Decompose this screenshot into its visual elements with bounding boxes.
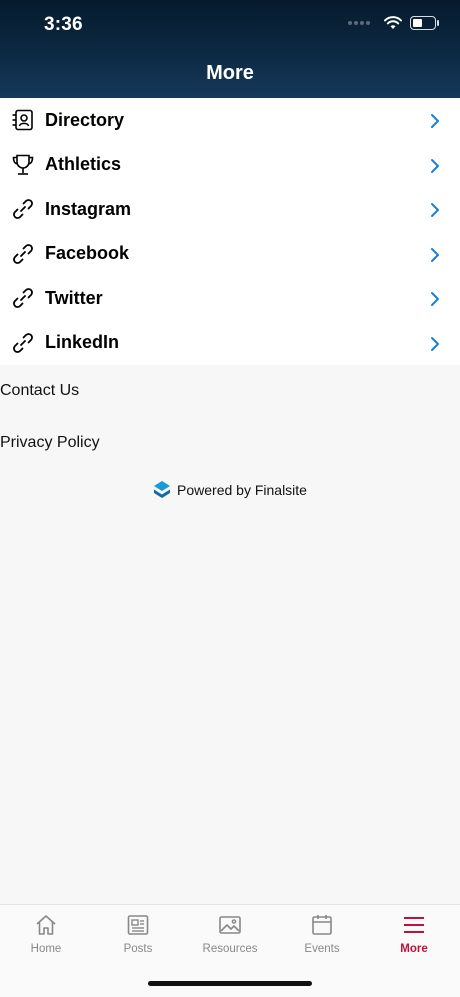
tab-label: Resources bbox=[202, 943, 258, 955]
chevron-right-icon bbox=[431, 336, 439, 351]
app-header: 3:36 More bbox=[0, 0, 460, 98]
tab-label: Events bbox=[304, 943, 340, 955]
privacy-policy-link[interactable]: Privacy Policy bbox=[0, 434, 460, 452]
finalsite-logo-icon bbox=[154, 481, 171, 498]
tab-more[interactable]: More bbox=[368, 913, 460, 955]
directory-icon bbox=[12, 109, 33, 131]
wifi-icon bbox=[384, 16, 402, 29]
events-icon bbox=[312, 915, 332, 935]
menu-item-athletics[interactable]: Athletics bbox=[0, 143, 460, 188]
link-icon bbox=[13, 243, 33, 264]
chevron-right-icon bbox=[431, 158, 439, 173]
contact-us-link[interactable]: Contact Us bbox=[0, 382, 460, 400]
chevron-right-icon bbox=[431, 114, 439, 128]
link-icon bbox=[13, 332, 33, 353]
trophy-icon bbox=[12, 154, 34, 175]
home-icon bbox=[36, 915, 56, 935]
tab-label: More bbox=[400, 943, 428, 955]
menu-item-label: LinkedIn bbox=[45, 332, 120, 353]
home-indicator[interactable] bbox=[148, 981, 312, 986]
menu-icon bbox=[404, 917, 424, 933]
posts-icon bbox=[127, 915, 149, 935]
status-icons bbox=[348, 16, 439, 30]
tab-events[interactable]: Events bbox=[276, 913, 368, 955]
chevron-right-icon bbox=[431, 247, 439, 262]
tab-home[interactable]: Home bbox=[0, 913, 92, 955]
menu-item-linkedin[interactable]: LinkedIn bbox=[0, 321, 460, 366]
link-icon bbox=[13, 199, 33, 219]
menu-item-facebook[interactable]: Facebook bbox=[0, 232, 460, 277]
menu-item-instagram[interactable]: Instagram bbox=[0, 187, 460, 232]
more-menu-list: Directory Athletics Instagram Facebook T… bbox=[0, 98, 460, 365]
tab-label: Home bbox=[30, 943, 62, 955]
menu-item-label: Twitter bbox=[45, 287, 103, 308]
tab-resources[interactable]: Resources bbox=[184, 913, 276, 955]
link-icon bbox=[13, 288, 33, 308]
tab-posts[interactable]: Posts bbox=[92, 913, 184, 955]
signal-icon bbox=[348, 21, 370, 25]
menu-item-twitter[interactable]: Twitter bbox=[0, 276, 460, 321]
menu-item-label: Instagram bbox=[45, 198, 132, 219]
tab-label: Posts bbox=[123, 943, 153, 955]
resources-icon bbox=[219, 916, 241, 934]
battery-icon bbox=[410, 16, 439, 30]
menu-item-label: Directory bbox=[45, 109, 125, 130]
powered-by-finalsite[interactable]: Powered by Finalsite bbox=[0, 480, 460, 500]
menu-item-label: Facebook bbox=[45, 243, 130, 264]
chevron-right-icon bbox=[431, 203, 439, 217]
page-title: More bbox=[206, 62, 254, 84]
menu-item-label: Athletics bbox=[45, 154, 122, 175]
powered-by-label: Powered by Finalsite bbox=[177, 482, 307, 498]
menu-item-directory[interactable]: Directory bbox=[0, 98, 460, 143]
chevron-right-icon bbox=[431, 292, 439, 306]
status-time: 3:36 bbox=[44, 14, 83, 35]
